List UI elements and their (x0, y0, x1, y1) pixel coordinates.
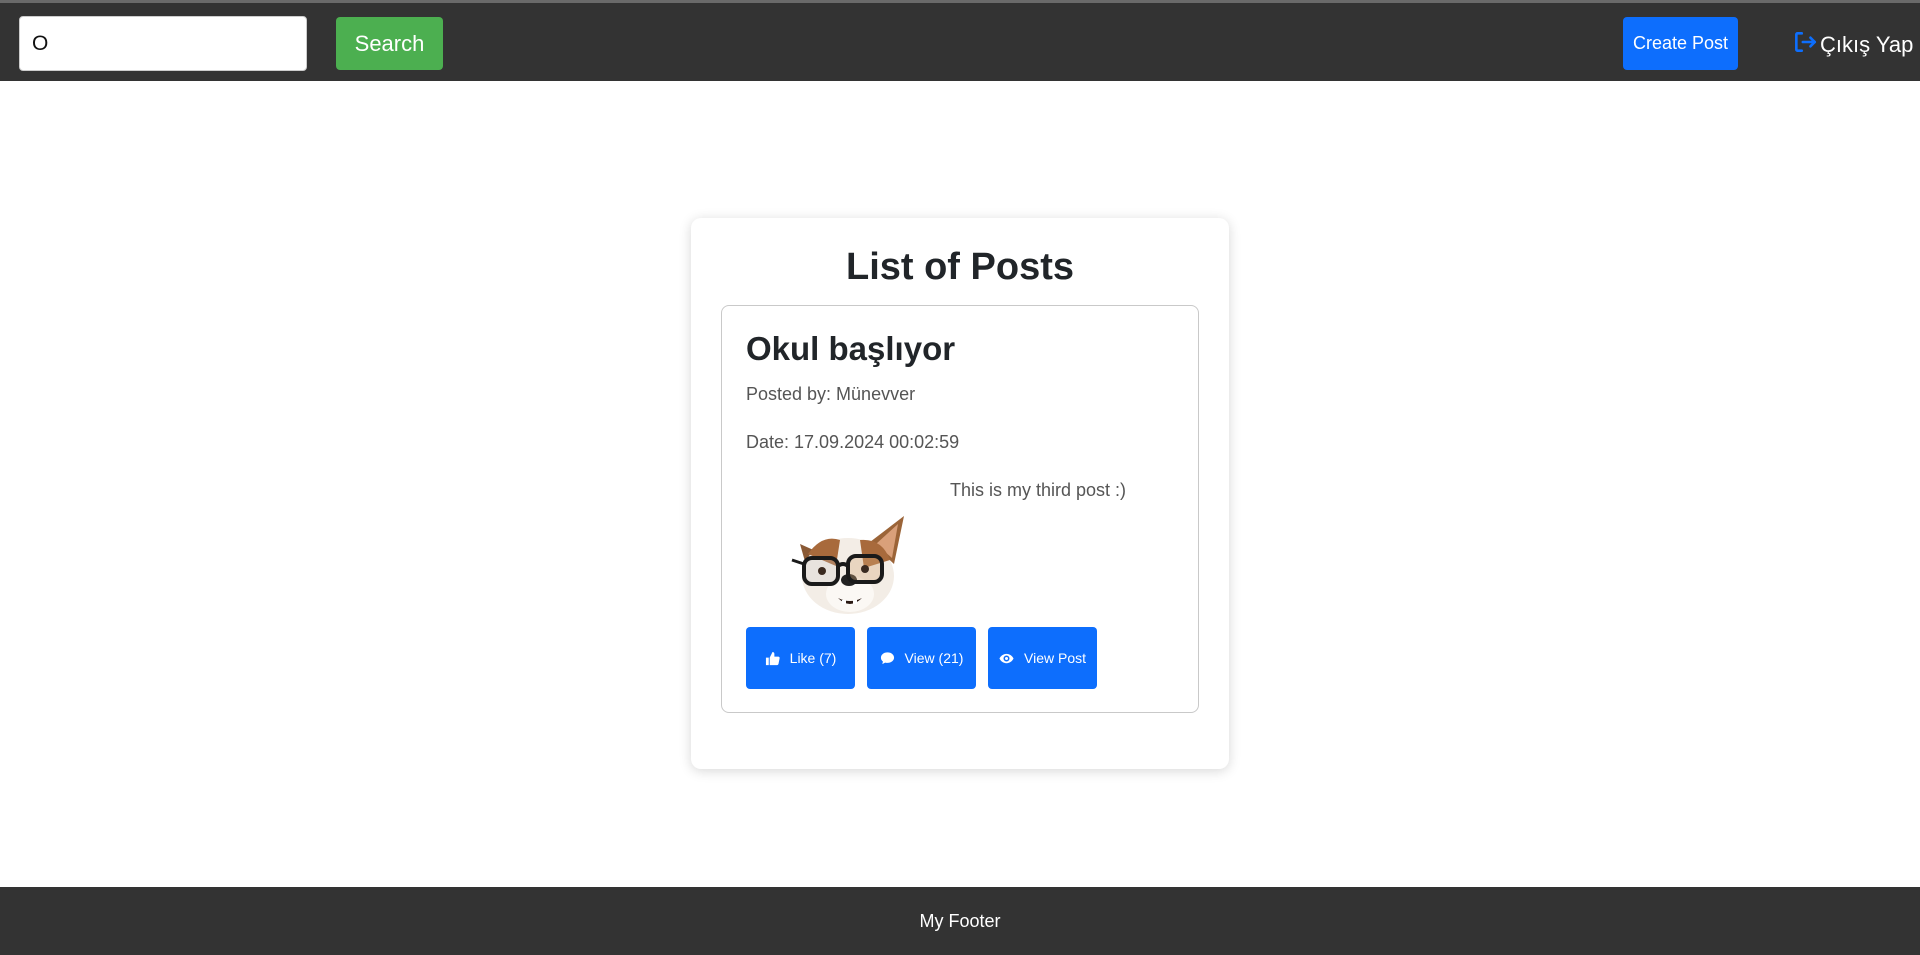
thumbs-up-icon (765, 651, 780, 665)
create-post-button[interactable]: Create Post (1623, 17, 1738, 70)
view-post-label: View Post (1024, 649, 1086, 666)
logout-icon (1792, 29, 1818, 61)
page-title: List of Posts (845, 246, 1075, 288)
posts-panel: List of Posts Okul başlıyor Posted by: M… (691, 218, 1229, 769)
post-card: Okul başlıyor Posted by: Münevver Date: … (721, 305, 1199, 713)
view-comments-button[interactable]: View (21) (867, 627, 976, 689)
comment-icon (880, 651, 894, 664)
like-button[interactable]: Like (7) (746, 627, 855, 689)
logout-label: Çıkış Yap (1820, 32, 1914, 57)
search-input[interactable] (19, 16, 307, 71)
post-title: Okul başlıyor (746, 330, 956, 367)
view-comments-label: View (21) (904, 649, 964, 666)
top-navbar: Search Create Post Çıkış Yap (0, 0, 1920, 81)
eye-icon (999, 653, 1014, 663)
footer-text: My Footer (919, 910, 1001, 931)
post-body: This is my third post :) (950, 480, 1127, 500)
footer: My Footer (0, 887, 1920, 955)
post-actions: Like (7) View (21) View Post (746, 627, 1097, 689)
dog-with-glasses-photo (791, 516, 904, 614)
logout-link[interactable]: Çıkış Yap (1792, 30, 1913, 60)
view-post-button[interactable]: View Post (988, 627, 1097, 689)
post-author: Posted by: Münevver (746, 384, 916, 404)
search-button[interactable]: Search (336, 17, 443, 70)
post-date: Date: 17.09.2024 00:02:59 (746, 432, 960, 452)
like-label: Like (7) (789, 649, 837, 666)
